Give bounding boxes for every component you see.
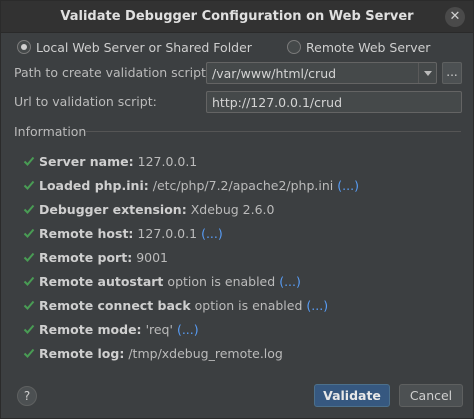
path-value: /var/www/html/crud [212, 66, 337, 81]
details-link[interactable]: (...) [306, 298, 328, 313]
info-item-server-name: Server name: 127.0.0.1 [23, 149, 463, 173]
info-item-loaded-php-ini: Loaded php.ini: /etc/php/7.2/apache2/php… [23, 173, 463, 197]
help-icon: ? [23, 389, 31, 403]
info-value: 127.0.0.1 [137, 153, 198, 169]
info-label: Remote mode: [39, 321, 142, 337]
check-icon [23, 300, 35, 310]
check-icon [23, 276, 35, 286]
info-item-remote-host: Remote host: 127.0.0.1 (...) [23, 221, 463, 245]
validate-debugger-dialog: Validate Debugger Configuration on Web S… [0, 0, 474, 419]
info-label: Remote connect back [39, 297, 191, 313]
details-link[interactable]: (...) [279, 274, 301, 289]
dialog-title: Validate Debugger Configuration on Web S… [60, 9, 414, 24]
details-link[interactable]: (...) [201, 226, 223, 241]
info-item-remote-mode: Remote mode: 'req' (...) [23, 317, 463, 341]
info-item-remote-log: Remote log: /tmp/xdebug_remote.log [23, 341, 463, 365]
title-bar: Validate Debugger Configuration on Web S… [1, 1, 473, 33]
info-label: Remote port: [39, 249, 133, 265]
information-section-label: Information [14, 124, 87, 139]
radio-remote-label: Remote Web Server [306, 39, 431, 55]
info-label: Loaded php.ini: [39, 177, 149, 193]
check-icon [23, 180, 35, 190]
details-link[interactable]: (...) [337, 178, 359, 193]
info-value: 'req' [145, 321, 173, 337]
info-value: /tmp/xdebug_remote.log [128, 345, 283, 361]
url-input[interactable] [206, 91, 462, 113]
info-item-remote-connect-back: Remote connect back option is enabled (.… [23, 293, 463, 317]
check-icon [23, 228, 35, 238]
check-icon [23, 252, 35, 262]
check-icon [23, 348, 35, 358]
radio-local-label: Local Web Server or Shared Folder [36, 39, 252, 55]
browse-button[interactable]: ... [442, 62, 462, 84]
details-link[interactable]: (...) [177, 322, 199, 337]
check-icon [23, 324, 35, 334]
information-list: Server name: 127.0.0.1 Loaded php.ini: /… [23, 149, 463, 365]
url-label: Url to validation script: [14, 94, 157, 109]
radio-remote-indicator[interactable] [287, 40, 301, 54]
radio-local-server[interactable]: Local Web Server or Shared Folder [17, 38, 252, 56]
info-label: Remote autostart [39, 273, 164, 289]
validate-button[interactable]: Validate [314, 384, 390, 407]
info-item-debugger-extension: Debugger extension: Xdebug 2.6.0 [23, 197, 463, 221]
path-label: Path to create validation script: [14, 65, 211, 80]
info-item-remote-autostart: Remote autostart option is enabled (...) [23, 269, 463, 293]
path-combobox[interactable]: /var/www/html/crud [206, 62, 437, 84]
info-value: option is enabled [194, 297, 303, 313]
info-label: Remote host: [39, 225, 134, 241]
info-label: Server name: [39, 153, 134, 169]
radio-remote-server[interactable]: Remote Web Server [287, 38, 430, 56]
section-separator [85, 131, 461, 132]
info-value: 9001 [136, 249, 169, 265]
cancel-button[interactable]: Cancel [399, 384, 463, 407]
check-icon [23, 156, 35, 166]
close-button[interactable]: ✕ [445, 7, 465, 27]
close-icon: ✕ [449, 9, 461, 24]
info-value: option is enabled [167, 273, 276, 289]
info-item-remote-port: Remote port: 9001 [23, 245, 463, 269]
help-button[interactable]: ? [17, 386, 37, 406]
info-label: Remote log: [39, 345, 125, 361]
chevron-down-icon[interactable] [418, 63, 436, 83]
info-value: 127.0.0.1 [137, 225, 198, 241]
info-value: /etc/php/7.2/apache2/php.ini [152, 177, 334, 193]
check-icon [23, 204, 35, 214]
info-label: Debugger extension: [39, 201, 187, 217]
radio-local-indicator[interactable] [17, 40, 31, 54]
info-value: Xdebug 2.6.0 [190, 201, 275, 217]
